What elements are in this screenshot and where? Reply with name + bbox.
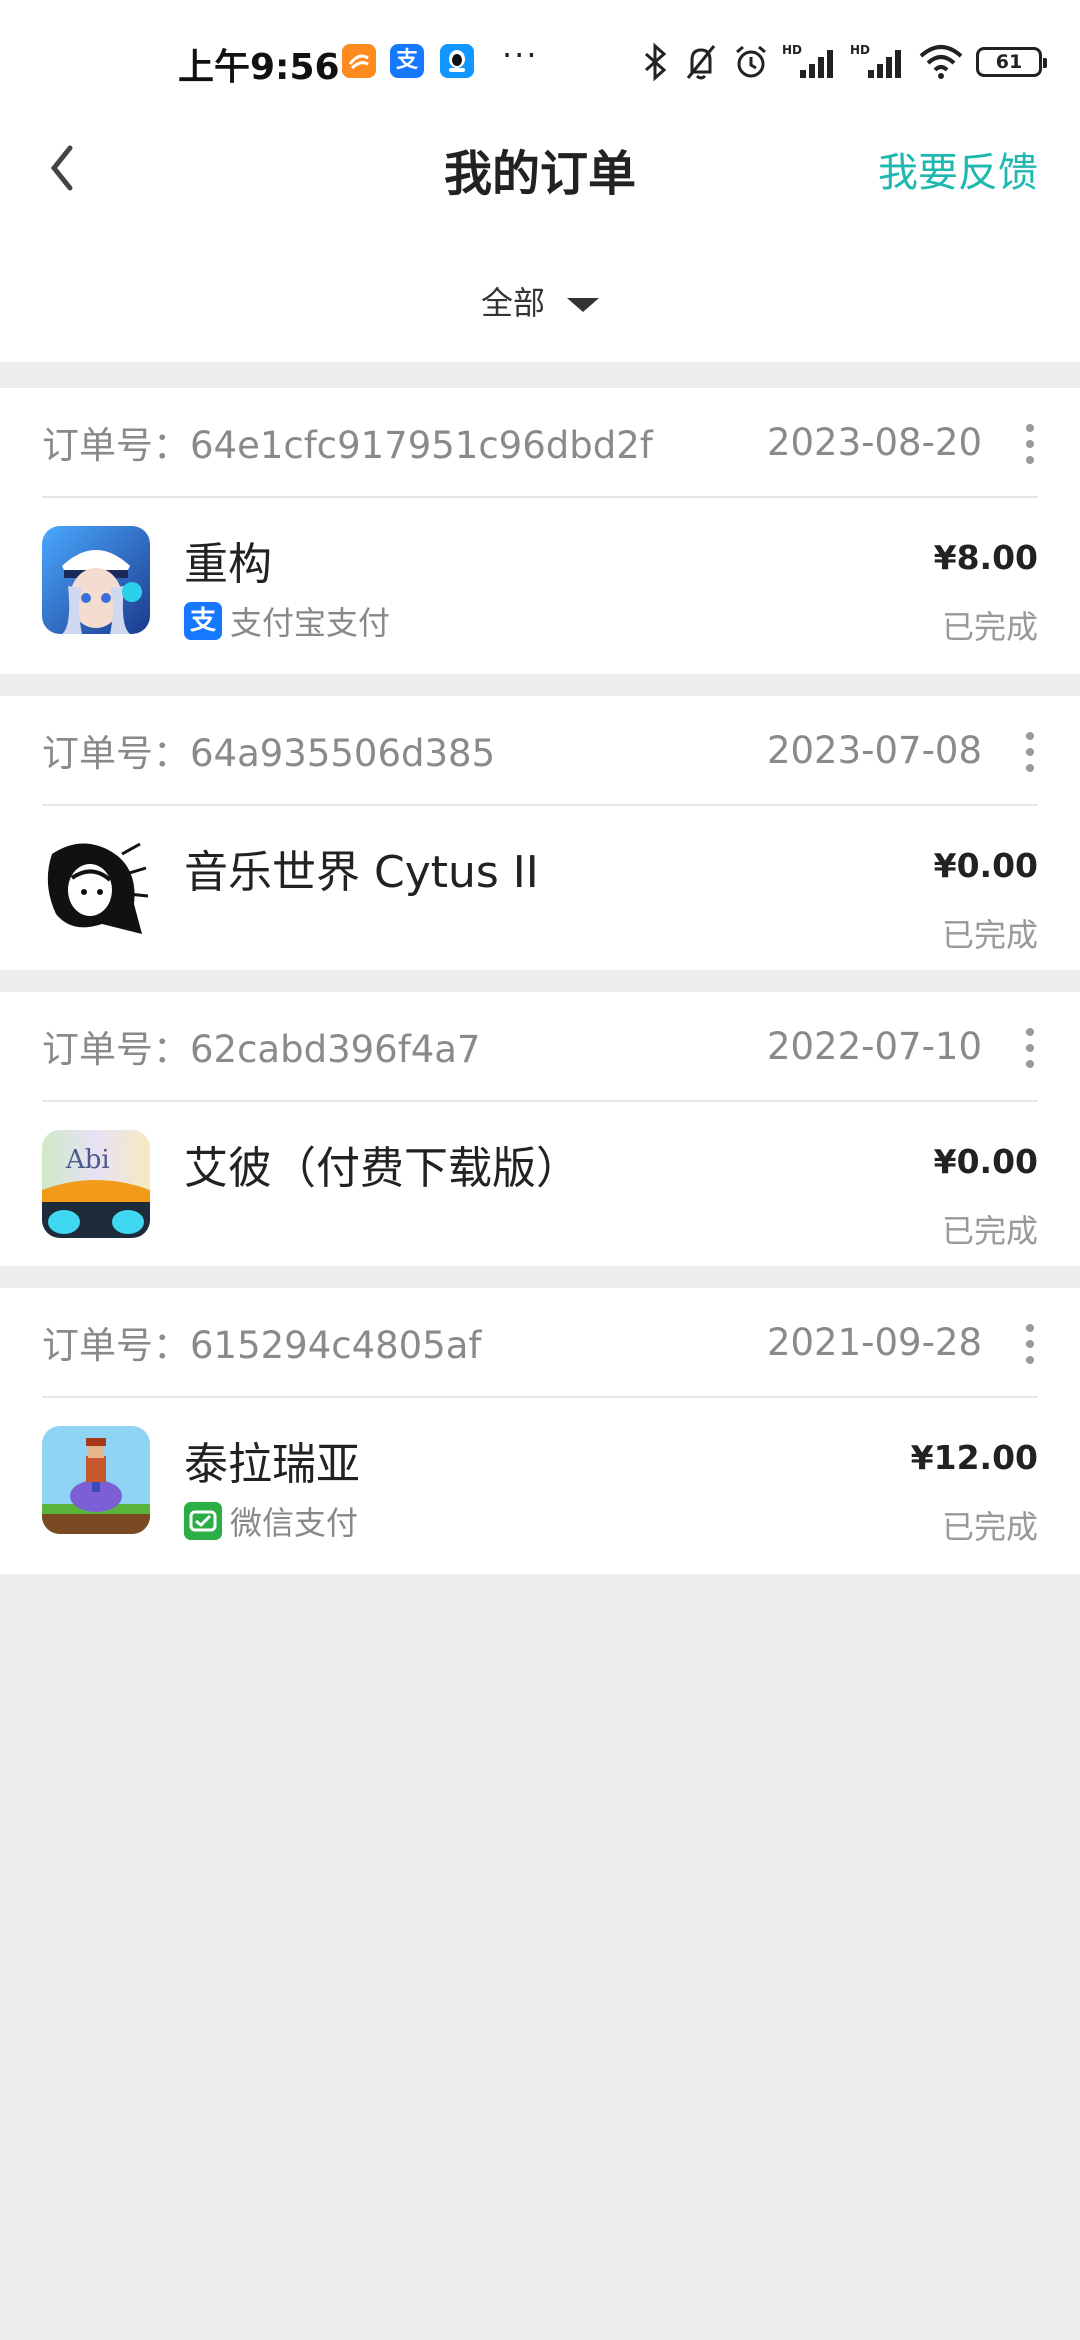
signal-icon: HD — [850, 43, 901, 78]
order-body: 重构 支 支付宝支付 ¥8.00 已完成 — [42, 498, 1038, 674]
mute-icon — [686, 45, 716, 80]
order-date: 2022-07-10 — [766, 1024, 982, 1068]
app-name: 重构 — [184, 539, 272, 590]
app-name: 音乐世界 Cytus II — [184, 847, 539, 898]
order-card[interactable]: 订单号：64e1cfc917951c96dbd2f 2023-08-20 重构 … — [0, 388, 1080, 674]
taobao-icon — [342, 44, 376, 78]
app-name: 泰拉瑞亚 — [184, 1439, 360, 1490]
order-status: 已完成 — [941, 608, 1038, 646]
order-price: ¥12.00 — [910, 1438, 1038, 1477]
order-number: 订单号：64a935506d385 — [42, 732, 496, 775]
alipay-icon: 支 — [390, 44, 424, 78]
order-number: 订单号：62cabd396f4a7 — [42, 1028, 481, 1071]
more-notifications: ··· — [502, 36, 539, 74]
payment-method: 支 支付宝支付 — [184, 598, 390, 644]
status-time: 上午9:56 — [178, 47, 340, 88]
order-number: 订单号：615294c4805af — [42, 1324, 482, 1367]
order-header: 订单号：64a935506d385 2023-07-08 — [42, 696, 1038, 806]
more-options-icon[interactable] — [1022, 1028, 1038, 1072]
order-card[interactable]: 订单号：64a935506d385 2023-07-08 音乐世界 Cytus … — [0, 696, 1080, 970]
order-header: 订单号：64e1cfc917951c96dbd2f 2023-08-20 — [42, 388, 1038, 498]
caret-down-icon — [567, 298, 599, 312]
order-date: 2023-08-20 — [766, 420, 982, 464]
order-body: 泰拉瑞亚 微信支付 ¥12.00 已完成 — [42, 1398, 1038, 1574]
order-header: 订单号：62cabd396f4a7 2022-07-10 — [42, 992, 1038, 1102]
nav-bar: 我的订单 我要反馈 — [0, 120, 1080, 220]
app-icon — [42, 1426, 150, 1534]
order-number: 订单号：64e1cfc917951c96dbd2f — [42, 424, 653, 467]
alipay-icon: 支 — [184, 602, 222, 640]
order-date: 2021-09-28 — [766, 1320, 982, 1364]
more-options-icon[interactable] — [1022, 732, 1038, 776]
hd-label: HD — [850, 43, 870, 57]
hd-label: HD — [782, 43, 802, 57]
app-icon — [42, 526, 150, 634]
order-price: ¥8.00 — [933, 538, 1038, 577]
wifi-icon — [919, 45, 963, 79]
order-header: 订单号：615294c4805af 2021-09-28 — [42, 1288, 1038, 1398]
payment-method: 微信支付 — [184, 1498, 358, 1544]
order-status: 已完成 — [941, 1508, 1038, 1546]
system-icons: HD HD 61 — [640, 40, 1047, 84]
order-card[interactable]: 订单号：62cabd396f4a7 2022-07-10 Abi 艾彼（付费下载… — [0, 992, 1080, 1266]
battery-icon: 61 — [976, 47, 1047, 77]
bluetooth-icon — [645, 42, 667, 82]
app-icon — [42, 834, 150, 942]
app-name: 艾彼（付费下载版） — [184, 1143, 580, 1194]
order-body: Abi 艾彼（付费下载版） ¥0.00 已完成 — [42, 1102, 1038, 1266]
more-options-icon[interactable] — [1022, 1324, 1038, 1368]
order-date: 2023-07-08 — [766, 728, 982, 772]
order-status: 已完成 — [941, 916, 1038, 954]
filter-label: 全部 — [480, 284, 545, 322]
icon-text: Abi — [65, 1145, 110, 1175]
signal-icon: HD — [782, 43, 833, 78]
order-status: 已完成 — [941, 1212, 1038, 1250]
order-price: ¥0.00 — [933, 846, 1038, 885]
header-area: 上午9:56 支 ··· HD HD 61 我的订单 我要反馈 全部 — [0, 0, 1080, 362]
order-price: ¥0.00 — [933, 1142, 1038, 1181]
payment-label: 微信支付 — [230, 1504, 359, 1542]
payment-label: 支付宝支付 — [230, 604, 391, 642]
wechat-pay-icon — [184, 1502, 222, 1540]
filter-dropdown[interactable]: 全部 — [0, 278, 1080, 324]
app-icon: Abi — [42, 1130, 150, 1238]
order-body: 音乐世界 Cytus II ¥0.00 已完成 — [42, 806, 1038, 970]
order-card[interactable]: 订单号：615294c4805af 2021-09-28 泰拉瑞亚 微信支付 ¥… — [0, 1288, 1080, 1574]
alarm-icon — [736, 45, 766, 78]
more-options-icon[interactable] — [1022, 424, 1038, 468]
qq-icon — [440, 44, 474, 78]
status-bar: 上午9:56 支 ··· HD HD 61 — [0, 0, 1080, 120]
feedback-button[interactable]: 我要反馈 — [878, 140, 1038, 198]
